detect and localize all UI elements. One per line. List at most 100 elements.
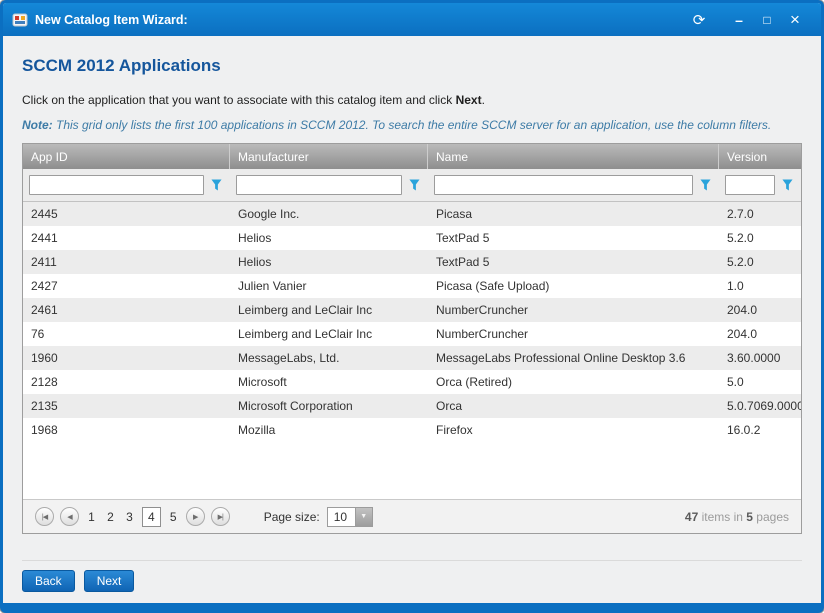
table-row[interactable]: 2427 Julien Vanier Picasa (Safe Upload) … (23, 274, 801, 298)
page-title: SCCM 2012 Applications (22, 56, 802, 76)
cell-app-id: 76 (23, 327, 230, 341)
window-title: New Catalog Item Wizard: (35, 13, 188, 27)
pager-next-button[interactable]: ▶ (186, 507, 205, 526)
cell-name: NumberCruncher (428, 327, 719, 341)
table-row[interactable]: 2461 Leimberg and LeClair Inc NumberCrun… (23, 298, 801, 322)
items-count: 47 (685, 510, 698, 524)
page-size-dropdown[interactable]: 10 ▼ (327, 507, 373, 527)
page-size-label: Page size: (264, 510, 320, 524)
table-row[interactable]: 2128 Microsoft Orca (Retired) 5.0 (23, 370, 801, 394)
filter-icon-name[interactable] (697, 177, 713, 193)
cell-app-id: 2411 (23, 255, 230, 269)
titlebar: New Catalog Item Wizard: ⟳ – □ × (3, 3, 821, 36)
cell-manufacturer: Helios (230, 255, 428, 269)
table-row[interactable]: 76 Leimberg and LeClair Inc NumberCrunch… (23, 322, 801, 346)
instruction-pre: Click on the application that you want t… (22, 93, 456, 107)
filter-cell-manufacturer (230, 175, 428, 195)
next-button[interactable]: Next (84, 570, 135, 592)
pager-first-button[interactable]: |◀ (35, 507, 54, 526)
cell-app-id: 1968 (23, 423, 230, 437)
filter-input-app-id[interactable] (29, 175, 204, 195)
column-header-app-id[interactable]: App ID (23, 144, 230, 169)
grid-empty-area (23, 442, 801, 499)
table-row[interactable]: 2441 Helios TextPad 5 5.2.0 (23, 226, 801, 250)
filter-icon-app-id[interactable] (208, 177, 224, 193)
cell-name: Picasa (Safe Upload) (428, 279, 719, 293)
cell-app-id: 2461 (23, 303, 230, 317)
page-size-group: Page size: 10 ▼ (264, 507, 373, 527)
minimize-button[interactable]: – (725, 9, 753, 31)
cell-version: 3.60.0000 (719, 351, 801, 365)
note-label: Note: (22, 118, 53, 132)
filter-cell-app-id (23, 175, 230, 195)
cell-name: Orca (Retired) (428, 375, 719, 389)
cell-app-id: 2128 (23, 375, 230, 389)
instruction-post: . (482, 93, 485, 107)
pager-page-3[interactable]: 3 (123, 508, 136, 526)
cell-version: 5.0 (719, 375, 801, 389)
table-row[interactable]: 2411 Helios TextPad 5 5.2.0 (23, 250, 801, 274)
grid-filter-row (23, 169, 801, 202)
table-row[interactable]: 1968 Mozilla Firefox 16.0.2 (23, 418, 801, 442)
cell-app-id: 1960 (23, 351, 230, 365)
cell-version: 204.0 (719, 303, 801, 317)
cell-manufacturer: Microsoft (230, 375, 428, 389)
refresh-icon[interactable]: ⟳ (685, 9, 713, 31)
app-icon (12, 12, 28, 28)
grid-header-row: App ID Manufacturer Name Version (23, 144, 801, 169)
column-header-name[interactable]: Name (428, 144, 719, 169)
cell-name: MessageLabs Professional Online Desktop … (428, 351, 719, 365)
pager-prev-button[interactable]: ◀ (60, 507, 79, 526)
cell-version: 2.7.0 (719, 207, 801, 221)
table-row[interactable]: 2445 Google Inc. Picasa 2.7.0 (23, 202, 801, 226)
pager-page-4-current[interactable]: 4 (142, 507, 161, 527)
close-button[interactable]: × (781, 9, 809, 31)
pager-page-2[interactable]: 2 (104, 508, 117, 526)
table-row[interactable]: 1960 MessageLabs, Ltd. MessageLabs Profe… (23, 346, 801, 370)
cell-version: 5.0.7069.0000 (719, 399, 801, 413)
cell-name: NumberCruncher (428, 303, 719, 317)
items-mid-text: items in (698, 510, 746, 524)
pages-count: 5 (746, 510, 753, 524)
cell-manufacturer: Julien Vanier (230, 279, 428, 293)
cell-app-id: 2135 (23, 399, 230, 413)
table-row[interactable]: 2135 Microsoft Corporation Orca 5.0.7069… (23, 394, 801, 418)
cell-name: TextPad 5 (428, 231, 719, 245)
cell-manufacturer: Mozilla (230, 423, 428, 437)
pager-last-button[interactable]: ▶| (211, 507, 230, 526)
pager-page-1[interactable]: 1 (85, 508, 98, 526)
cell-manufacturer: MessageLabs, Ltd. (230, 351, 428, 365)
column-header-manufacturer[interactable]: Manufacturer (230, 144, 428, 169)
filter-icon-manufacturer[interactable] (406, 177, 422, 193)
instruction-next-keyword: Next (456, 93, 482, 107)
back-button[interactable]: Back (22, 570, 75, 592)
items-summary: 47 items in 5 pages (685, 510, 789, 524)
filter-input-name[interactable] (434, 175, 693, 195)
cell-name: TextPad 5 (428, 255, 719, 269)
chevron-down-icon[interactable]: ▼ (355, 508, 372, 526)
instruction-text: Click on the application that you want t… (22, 93, 802, 107)
filter-icon-version[interactable] (779, 177, 795, 193)
filter-input-manufacturer[interactable] (236, 175, 402, 195)
pages-post-text: pages (753, 510, 789, 524)
cell-manufacturer: Helios (230, 231, 428, 245)
grid-rows: 2445 Google Inc. Picasa 2.7.0 2441 Helio… (23, 202, 801, 442)
page-size-value: 10 (328, 508, 355, 526)
cell-app-id: 2445 (23, 207, 230, 221)
cell-version: 204.0 (719, 327, 801, 341)
cell-manufacturer: Leimberg and LeClair Inc (230, 327, 428, 341)
maximize-button[interactable]: □ (753, 9, 781, 31)
column-header-version[interactable]: Version (719, 144, 801, 169)
cell-version: 1.0 (719, 279, 801, 293)
cell-app-id: 2441 (23, 231, 230, 245)
filter-cell-version (719, 175, 801, 195)
cell-version: 16.0.2 (719, 423, 801, 437)
cell-manufacturer: Google Inc. (230, 207, 428, 221)
filter-input-version[interactable] (725, 175, 775, 195)
filter-cell-name (428, 175, 719, 195)
window-controls: ⟳ – □ × (685, 9, 809, 31)
wizard-window: New Catalog Item Wizard: ⟳ – □ × SCCM 20… (0, 0, 824, 613)
pager-page-5[interactable]: 5 (167, 508, 180, 526)
footer-button-bar: Back Next (22, 560, 802, 603)
applications-grid: App ID Manufacturer Name Version (22, 143, 802, 534)
